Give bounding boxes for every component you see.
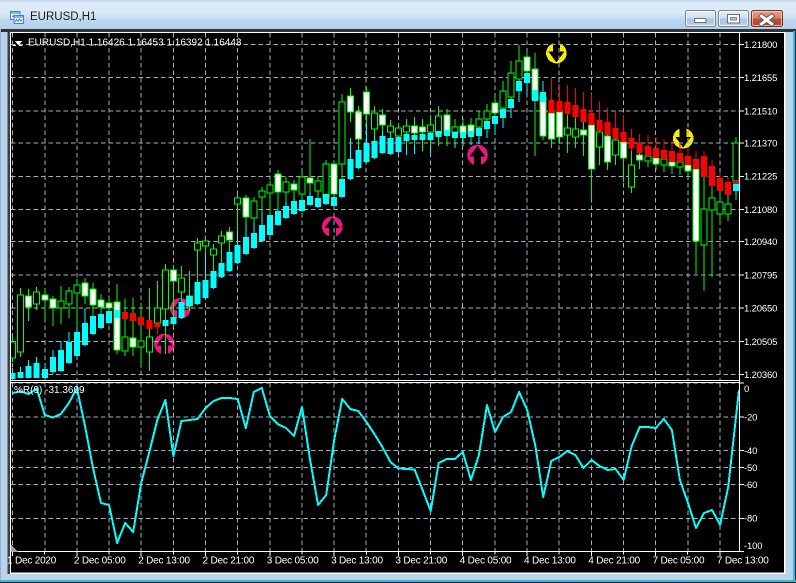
svg-text:2 Dec 13:00: 2 Dec 13:00	[138, 556, 190, 567]
svg-text:3 Dec 13:00: 3 Dec 13:00	[331, 556, 383, 567]
svg-text:1.20360: 1.20360	[744, 370, 777, 381]
svg-text:1.20650: 1.20650	[744, 304, 777, 315]
svg-text:-80: -80	[744, 514, 757, 525]
svg-text:1.21080: 1.21080	[744, 205, 777, 216]
svg-text:1.20795: 1.20795	[744, 270, 777, 281]
svg-text:1.21800: 1.21800	[744, 40, 777, 51]
svg-text:1.21370: 1.21370	[744, 138, 777, 149]
svg-text:2 Dec 05:00: 2 Dec 05:00	[74, 556, 126, 567]
svg-text:%R(9) -31.3609: %R(9) -31.3609	[14, 385, 85, 396]
svg-text:-40: -40	[744, 446, 757, 457]
svg-text:1.20505: 1.20505	[744, 337, 777, 348]
svg-text:4 Dec 05:00: 4 Dec 05:00	[460, 556, 512, 567]
svg-text:-60: -60	[744, 480, 757, 491]
svg-text:0: 0	[744, 384, 749, 395]
svg-text:-50: -50	[744, 463, 757, 474]
svg-text:1.21655: 1.21655	[744, 73, 777, 84]
svg-text:-100: -100	[744, 541, 762, 552]
svg-text:-20: -20	[744, 412, 757, 423]
svg-text:2 Dec 21:00: 2 Dec 21:00	[203, 556, 255, 567]
svg-text:7 Dec 05:00: 7 Dec 05:00	[653, 556, 705, 567]
svg-text:1.21510: 1.21510	[744, 106, 777, 117]
svg-text:4 Dec 13:00: 4 Dec 13:00	[524, 556, 576, 567]
svg-text:7 Dec 13:00: 7 Dec 13:00	[717, 556, 769, 567]
svg-text:EURUSD,H1 1.16426 1.16453 1.16: EURUSD,H1 1.16426 1.16453 1.16392 1.1644…	[28, 38, 242, 49]
svg-text:1 Dec 2020: 1 Dec 2020	[7, 556, 57, 567]
svg-text:4 Dec 21:00: 4 Dec 21:00	[588, 556, 640, 567]
svg-text:3 Dec 05:00: 3 Dec 05:00	[267, 556, 319, 567]
svg-text:1.20940: 1.20940	[744, 237, 777, 248]
svg-text:3 Dec 21:00: 3 Dec 21:00	[395, 556, 447, 567]
svg-text:1.21225: 1.21225	[744, 172, 777, 183]
